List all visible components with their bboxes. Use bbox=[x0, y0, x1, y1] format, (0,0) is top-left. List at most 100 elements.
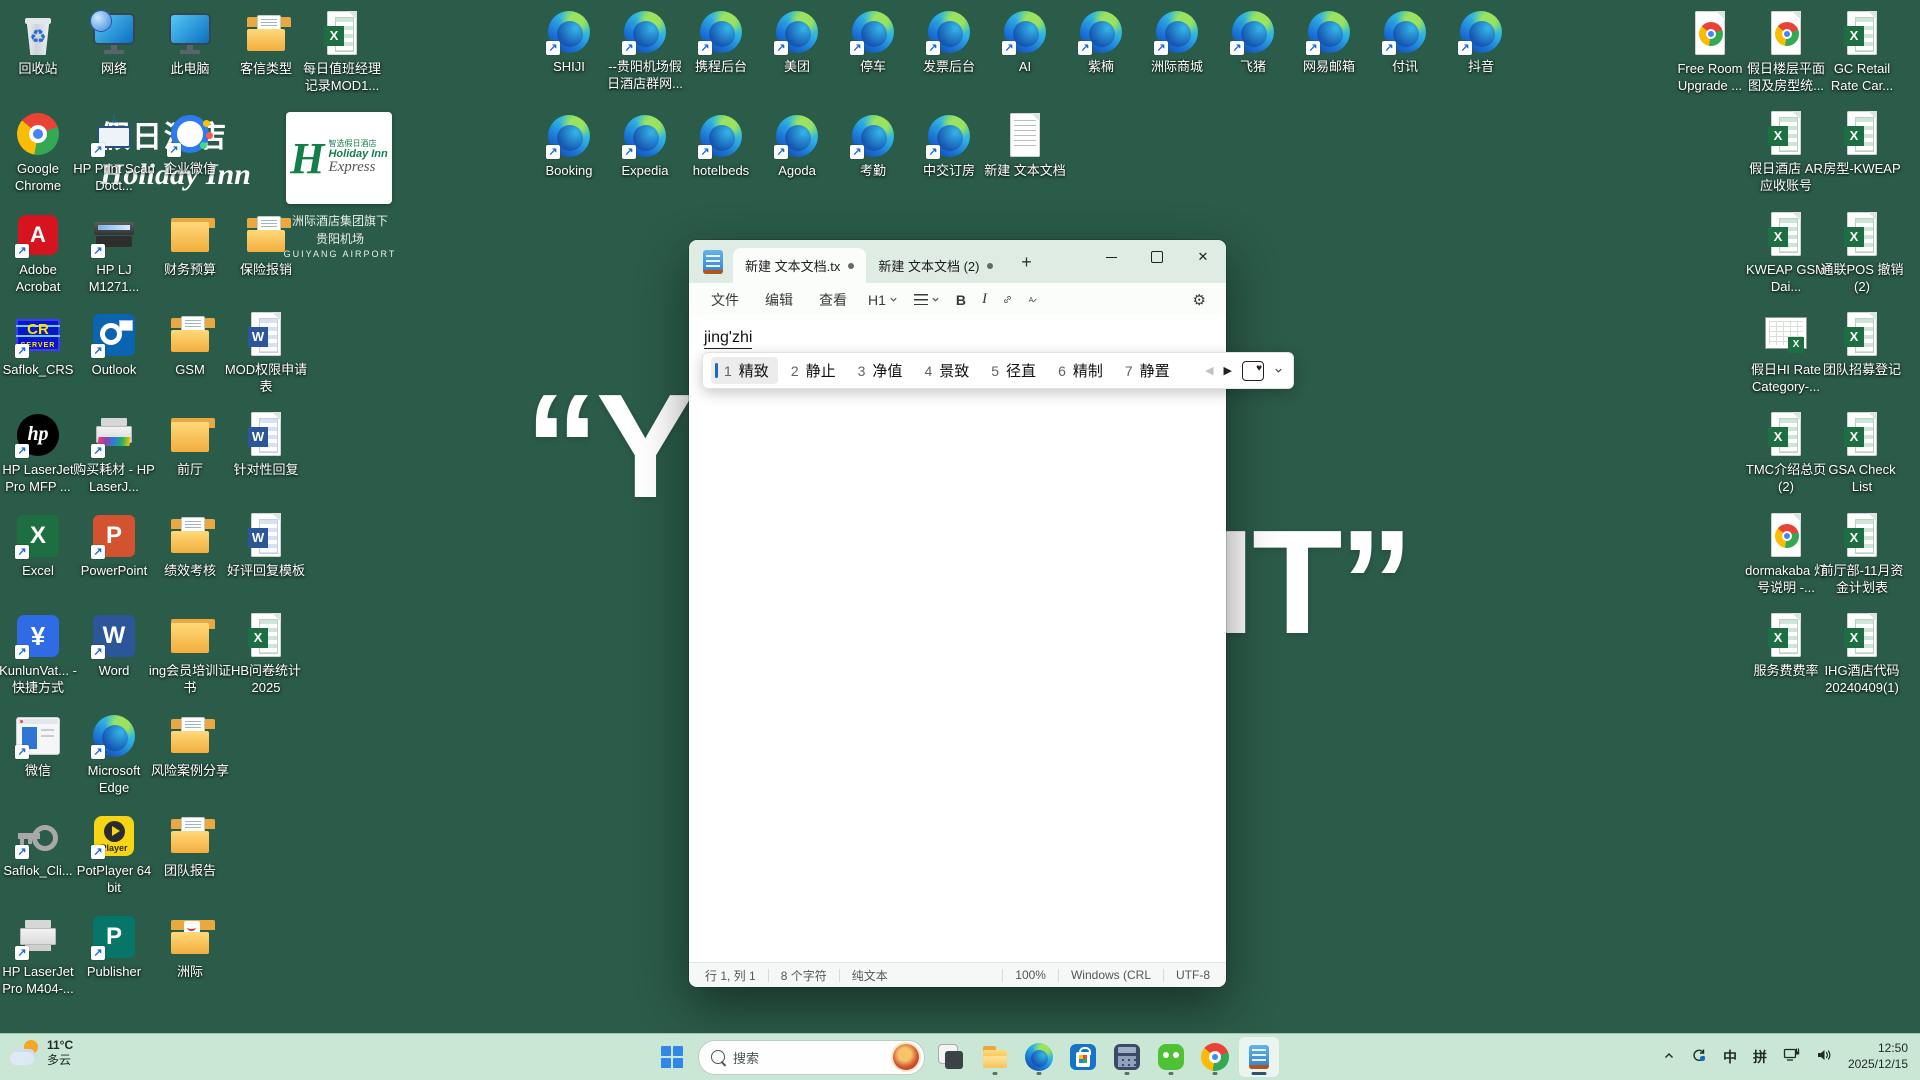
taskbar-app-edge[interactable] bbox=[1019, 1037, 1059, 1077]
desktop-icon[interactable]: XGSA Check List bbox=[1820, 411, 1904, 496]
desktop-icon[interactable]: ↗中交订房 bbox=[907, 112, 991, 180]
desktop-icon[interactable]: Player↗PotPlayer 64 bit bbox=[72, 812, 156, 897]
volume-icon[interactable] bbox=[1816, 1048, 1832, 1067]
desktop-icon[interactable]: ↗抖音 bbox=[1439, 8, 1523, 76]
desktop-icon[interactable]: 客信类型 bbox=[224, 10, 308, 78]
desktop-icon[interactable]: ↗停车 bbox=[831, 8, 915, 76]
desktop-icon[interactable]: XGC Retail Rate Car... bbox=[1820, 10, 1904, 95]
ime-candidate[interactable]: 5径直 bbox=[982, 357, 1045, 384]
ime-candidate[interactable]: 7静置 bbox=[1116, 357, 1179, 384]
desktop-icon[interactable]: 前厅 bbox=[148, 411, 232, 479]
start-button[interactable] bbox=[652, 1037, 692, 1077]
ime-symbol-panel-icon[interactable] bbox=[1242, 361, 1264, 381]
desktop-icon[interactable]: XHB问卷统计2025 bbox=[224, 612, 308, 697]
ime-candidate[interactable]: 3净值 bbox=[849, 357, 912, 384]
desktop-icon[interactable]: ↗Outlook bbox=[72, 311, 156, 379]
desktop-icon[interactable]: ↗付讯 bbox=[1363, 8, 1447, 76]
desktop-icon[interactable]: ↗hotelbeds bbox=[679, 112, 763, 180]
taskbar-app-file-explorer[interactable] bbox=[975, 1037, 1015, 1077]
ime-prev-page-button[interactable]: ◀ bbox=[1205, 364, 1213, 377]
desktop-icon[interactable]: ↗携程后台 bbox=[679, 8, 763, 76]
desktop-icon[interactable]: ↗HP LJ M1271... bbox=[72, 211, 156, 296]
desktop-icon[interactable]: X假日酒店 AR 应收账号 bbox=[1744, 110, 1828, 195]
ime-candidate[interactable]: 2静止 bbox=[782, 357, 845, 384]
desktop-icon[interactable]: ↗紫楠 bbox=[1059, 8, 1143, 76]
desktop-icon[interactable]: ↗Booking bbox=[527, 112, 611, 180]
desktop-icon[interactable]: Free Room Upgrade ... bbox=[1668, 10, 1752, 95]
desktop-icon[interactable]: P↗Publisher bbox=[72, 913, 156, 981]
desktop-icon[interactable]: P↗PowerPoint bbox=[72, 512, 156, 580]
desktop-icon[interactable]: ing会员培训证书 bbox=[148, 612, 232, 697]
desktop-icon[interactable]: dormakaba 灯号说明 -... bbox=[1744, 512, 1828, 597]
desktop-icon[interactable]: A↗Adobe Acrobat bbox=[0, 211, 80, 296]
desktop-icon[interactable]: ↗飞猪 bbox=[1211, 8, 1295, 76]
desktop-icon[interactable]: 团队报告 bbox=[148, 812, 232, 880]
desktop-icon[interactable]: ↗微信 bbox=[0, 712, 80, 780]
menu-edit[interactable]: 编辑 bbox=[753, 286, 805, 314]
clear-formatting-button[interactable]: A bbox=[1021, 291, 1044, 308]
ime-mode-indicator[interactable]: 中 bbox=[1723, 1047, 1737, 1067]
desktop-icon[interactable]: ↗HP LaserJet Pro M404-... bbox=[0, 913, 80, 998]
taskbar-clock[interactable]: 12:50 2025/12/15 bbox=[1848, 1041, 1914, 1072]
tab-document-2[interactable]: 新建 文本文档 (2) bbox=[866, 248, 1005, 283]
desktop-icon[interactable]: 绩效考核 bbox=[148, 512, 232, 580]
desktop-icon[interactable]: XTMC介绍总页(2) bbox=[1744, 411, 1828, 496]
network-icon[interactable] bbox=[1783, 1047, 1800, 1067]
tray-sync-icon[interactable] bbox=[1691, 1047, 1707, 1068]
desktop-icon[interactable]: ↗企业微信 bbox=[148, 110, 232, 178]
taskbar-app-calculator[interactable] bbox=[1107, 1037, 1147, 1077]
desktop-icon[interactable]: ↗--贵阳机场假日酒店群网... bbox=[603, 8, 687, 93]
desktop-icon[interactable]: W针对性回复 bbox=[224, 411, 308, 479]
desktop-icon[interactable]: ↗Microsoft Edge bbox=[72, 712, 156, 797]
tab-document-1[interactable]: 新建 文本文档.tx bbox=[733, 248, 866, 283]
taskbar-app-chrome[interactable] bbox=[1195, 1037, 1235, 1077]
taskbar-app-notepad[interactable] bbox=[1239, 1037, 1279, 1077]
desktop-icon[interactable]: hp↗HP LaserJet Pro MFP ... bbox=[0, 411, 80, 496]
new-tab-button[interactable]: + bbox=[1011, 248, 1041, 278]
heading-dropdown[interactable]: H1 bbox=[861, 288, 905, 312]
link-button[interactable] bbox=[996, 291, 1019, 308]
desktop-icon[interactable]: ↗Saflok_Cli... bbox=[0, 812, 80, 880]
desktop-icon[interactable]: X服务费费率 bbox=[1744, 612, 1828, 680]
close-button[interactable]: ✕ bbox=[1180, 240, 1226, 274]
tray-chevron-up-icon[interactable] bbox=[1663, 1049, 1675, 1065]
italic-button[interactable]: I bbox=[975, 287, 994, 312]
desktop-icon[interactable]: ↗购买耗材 - HP LaserJ... bbox=[72, 411, 156, 496]
ime-candidate[interactable]: 1精致 bbox=[711, 357, 778, 384]
desktop-icon[interactable]: ↗洲际商城 bbox=[1135, 8, 1219, 76]
desktop-icon[interactable]: WMOD权限申请表 bbox=[224, 311, 308, 396]
taskbar-app-wechat[interactable] bbox=[1151, 1037, 1191, 1077]
desktop-icon[interactable]: ↗Agoda bbox=[755, 112, 839, 180]
desktop-icon[interactable]: ↗SHIJI bbox=[527, 8, 611, 76]
desktop-icon[interactable]: X团队招募登记 bbox=[1820, 311, 1904, 379]
desktop-icon[interactable]: ↗考勤 bbox=[831, 112, 915, 180]
taskbar-search-box[interactable]: 搜索 bbox=[698, 1040, 925, 1075]
settings-gear-icon[interactable]: ⚙ bbox=[1183, 287, 1216, 313]
desktop-icon[interactable]: 财务预算 bbox=[148, 211, 232, 279]
desktop-icon[interactable]: XIHG酒店代码20240409(1) bbox=[1820, 612, 1904, 697]
desktop-icon[interactable]: ¥↗KunlunVat... - 快捷方式 bbox=[0, 612, 80, 697]
desktop-icon[interactable]: CRSERVER↗Saflok_CRS bbox=[0, 311, 80, 379]
desktop-icon[interactable]: 新建 文本文档 bbox=[983, 112, 1067, 180]
desktop-icon[interactable]: 风险案例分享 bbox=[148, 712, 232, 780]
desktop-icon[interactable]: ↗发票后台 bbox=[907, 8, 991, 76]
taskbar-weather-widget[interactable]: 11°C 多云 bbox=[10, 1038, 73, 1068]
desktop-icon[interactable]: X前厅部-11月资金计划表 bbox=[1820, 512, 1904, 597]
taskbar-app-task-view[interactable] bbox=[931, 1037, 971, 1077]
maximize-button[interactable] bbox=[1134, 240, 1180, 274]
desktop-icon[interactable]: Google Chrome bbox=[0, 110, 80, 195]
desktop-icon[interactable]: ↗Expedia bbox=[603, 112, 687, 180]
ime-candidate[interactable]: 6精制 bbox=[1049, 357, 1112, 384]
desktop-icon[interactable]: 假日楼层平面图及房型统... bbox=[1744, 10, 1828, 95]
menu-file[interactable]: 文件 bbox=[699, 286, 751, 314]
desktop-icon[interactable]: X房型-KWEAP bbox=[1820, 110, 1904, 178]
desktop-icon[interactable]: W↗Word bbox=[72, 612, 156, 680]
minimize-button[interactable] bbox=[1088, 240, 1134, 274]
taskbar-app-store[interactable] bbox=[1063, 1037, 1103, 1077]
desktop-icon[interactable]: X假日HI Rate Category-... bbox=[1744, 311, 1828, 396]
desktop-icon[interactable]: 此电脑 bbox=[148, 10, 232, 78]
ime-layout-indicator[interactable]: 拼 bbox=[1753, 1047, 1767, 1067]
desktop-icon[interactable]: ↗AI bbox=[983, 8, 1067, 76]
desktop-icon[interactable]: W好评回复模板 bbox=[224, 512, 308, 580]
desktop-icon[interactable]: ↗美团 bbox=[755, 8, 839, 76]
